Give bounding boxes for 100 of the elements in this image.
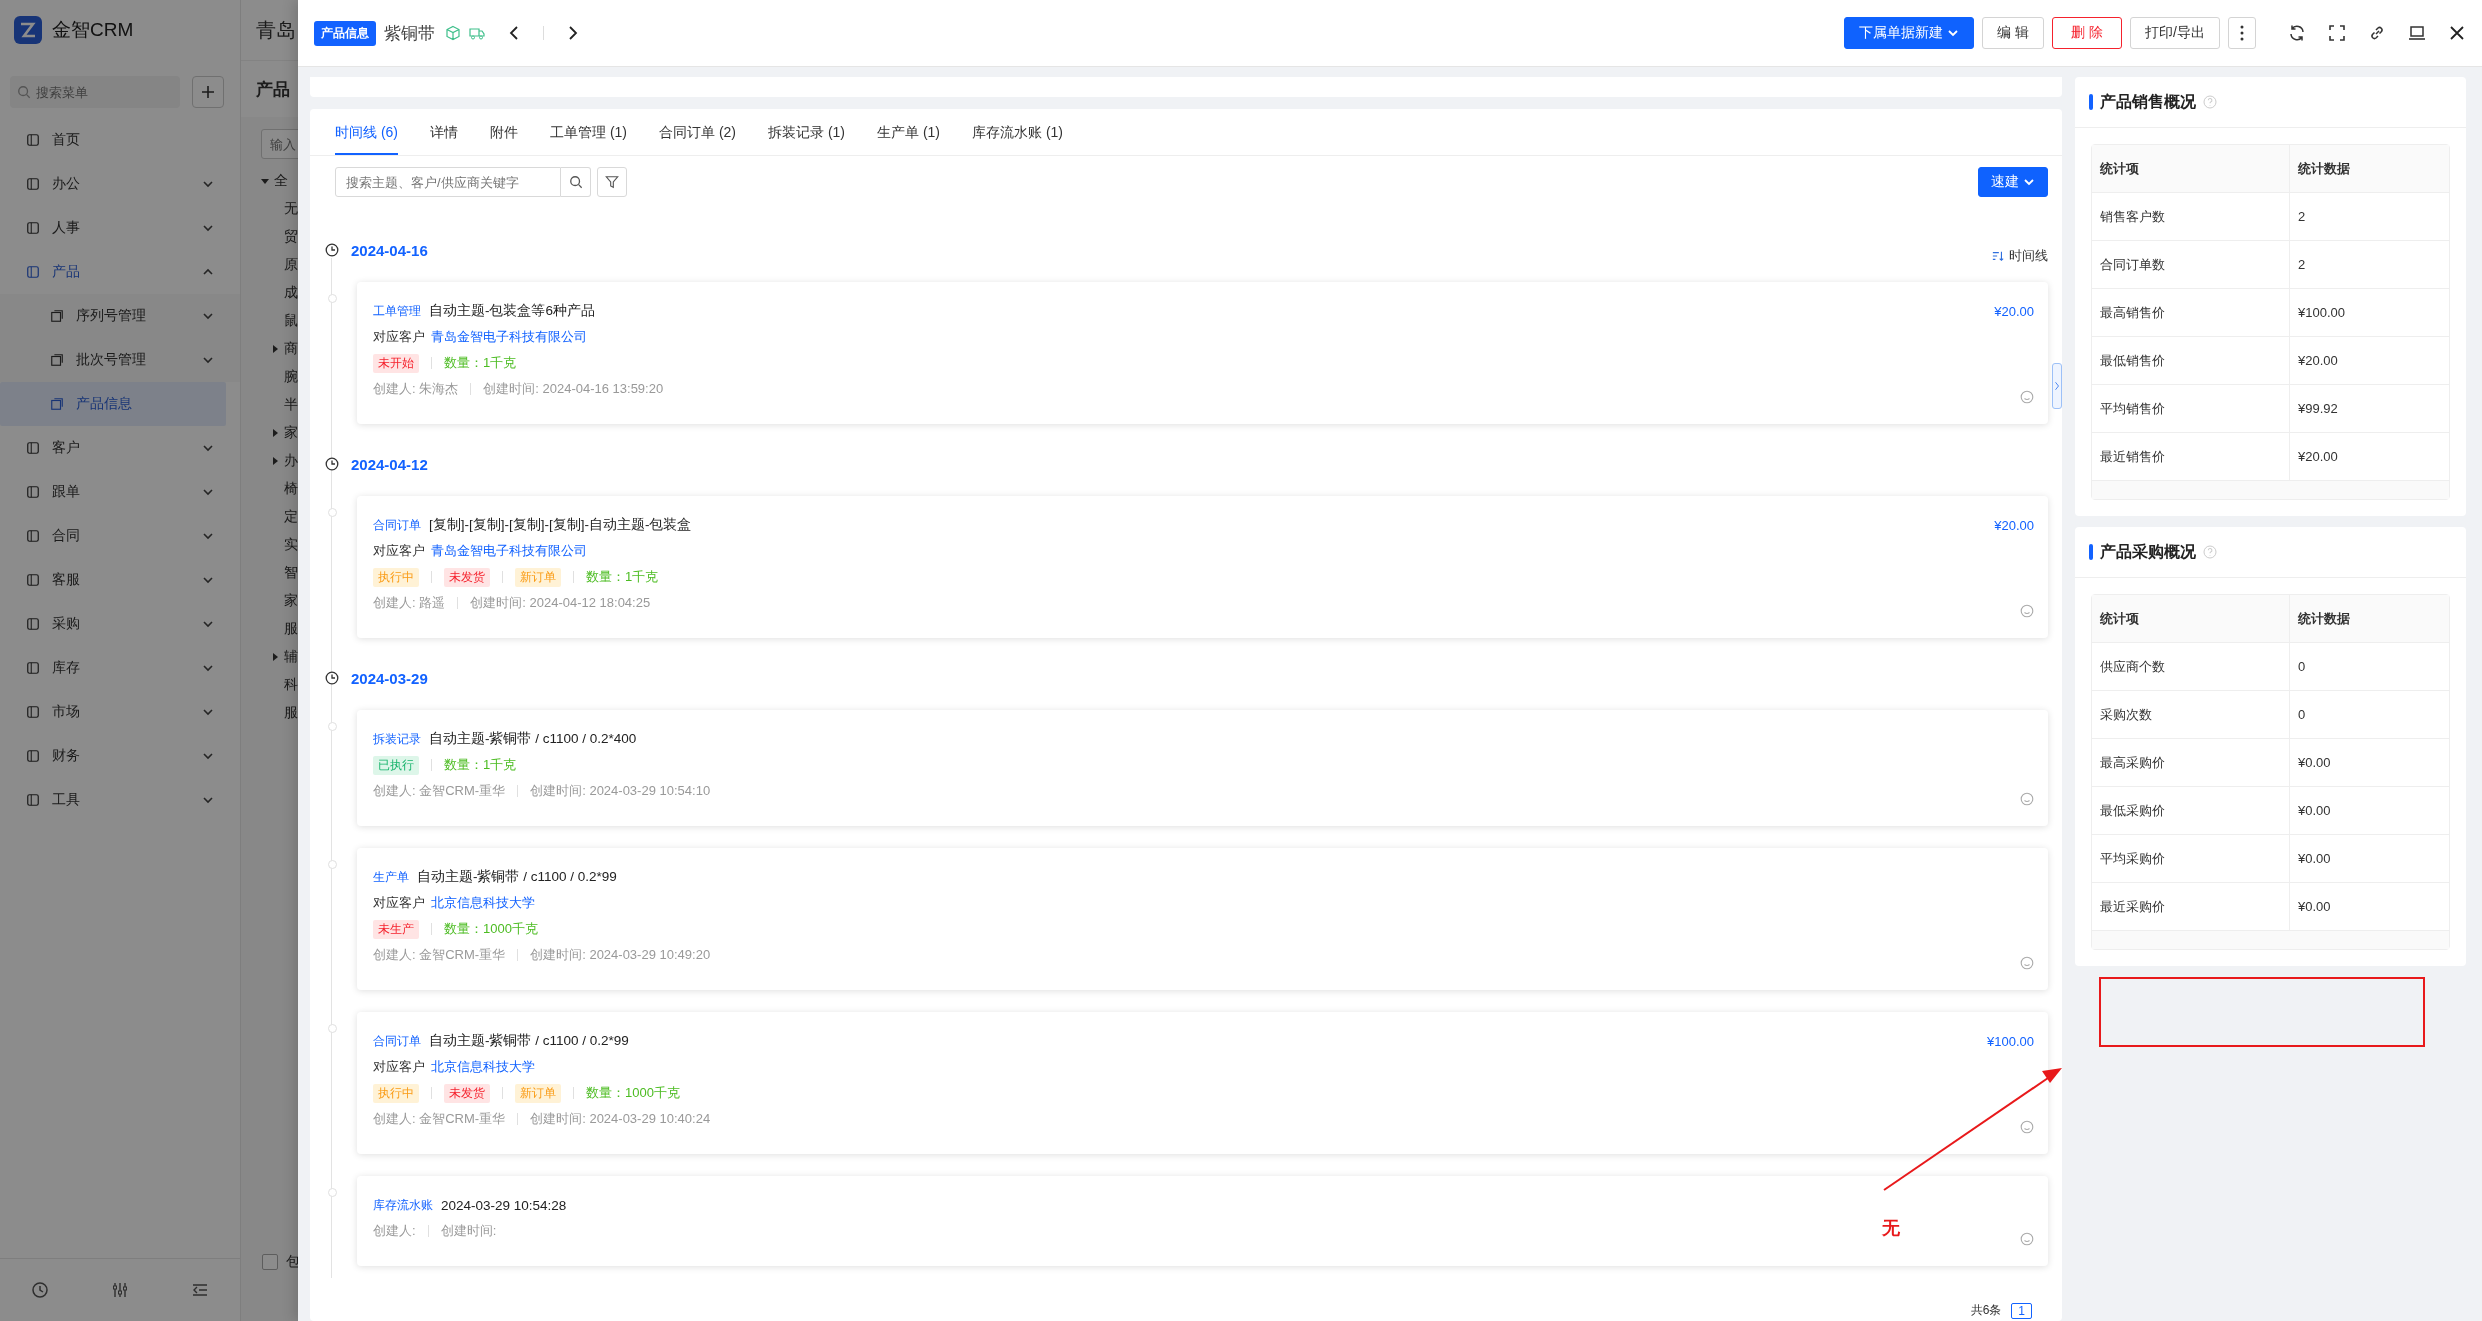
status-tag: 新订单 [515,1083,561,1103]
table-cell-text: ¥100.00 [2297,304,2346,322]
menu-item[interactable]: 工具 [0,778,240,822]
menu-item[interactable]: 客服 [0,558,240,602]
triangle-icon[interactable] [271,429,279,437]
menu-item[interactable]: 合同 [0,514,240,558]
fullscreen-icon[interactable] [2328,24,2346,42]
close-icon[interactable] [2448,24,2466,42]
quick-create-button[interactable]: 速建 [1978,167,2048,197]
sort-button[interactable]: 时间线 [1992,247,2048,265]
triangle-icon[interactable] [271,345,279,353]
smiley-icon[interactable] [2020,1120,2034,1134]
tree-item[interactable]: 辅 [284,648,298,666]
table-cell-text: 0 [2297,706,2307,724]
menu-item[interactable]: 办公 [0,162,240,206]
quantity: 数量：1000千克 [586,1084,680,1102]
submenu-item[interactable]: 序列号管理 [0,294,240,338]
smiley-icon[interactable] [2020,604,2034,618]
quantity: 数量：1千克 [586,568,659,586]
tab[interactable]: 详情 [430,109,458,155]
tree-item[interactable]: 成 [284,284,298,302]
tab[interactable]: 时间线 (6) [335,109,398,155]
refresh-icon[interactable] [2288,24,2306,42]
menu-item[interactable]: 客户 [0,426,240,470]
filter-button[interactable] [597,167,627,197]
tree-item[interactable]: 无 [284,200,298,218]
tree-item[interactable]: 服 [284,620,298,638]
triangle-icon[interactable] [261,177,269,185]
monitor-icon[interactable] [2408,24,2426,42]
tree-item[interactable]: 家 [284,592,298,610]
collapse-handle[interactable] [2052,363,2062,409]
tree-item[interactable]: 科 [284,676,298,694]
tab[interactable]: 工单管理 (1) [550,109,627,155]
tree-item[interactable]: 鼠 [284,312,298,330]
table-cell: 平均采购价 [2092,835,2290,882]
search-icon [568,175,583,189]
link-icon[interactable] [2368,24,2386,42]
status-tag: 未发货 [444,1083,490,1103]
tree-item[interactable]: 腕 [284,368,298,386]
tree-item[interactable]: 贸 [284,228,298,246]
tree-item[interactable]: 全 [274,172,288,190]
tree-item[interactable]: 服 [284,704,298,722]
smiley-icon[interactable] [2020,956,2034,970]
tree-item[interactable]: 商 [284,340,298,358]
submenu-item[interactable]: 产品信息 [0,382,226,426]
checkbox[interactable] [262,1254,278,1270]
status-tag: 新订单 [515,567,561,587]
search-field[interactable]: 搜索主题、客户/供应商关键字 [335,167,561,197]
triangle-icon[interactable] [271,653,279,661]
collapse-menu-icon[interactable] [191,1281,209,1299]
sliders-icon[interactable] [111,1281,129,1299]
action-button[interactable]: 删 除 [2052,17,2123,49]
tab[interactable]: 合同订单 (2) [659,109,736,155]
menu-item[interactable]: 跟单 [0,470,240,514]
tab[interactable]: 附件 [490,109,518,155]
tree-item[interactable]: 办 [284,452,298,470]
history-icon[interactable] [31,1281,49,1299]
customer-link[interactable]: 北京信息科技大学 [431,894,535,912]
action-button[interactable]: 下属单据新建 [1844,17,1975,49]
tree-item[interactable]: 原 [284,256,298,274]
action-button[interactable]: 打印/导出 [2130,17,2220,49]
tree-item[interactable]: 智 [284,564,298,582]
tab[interactable]: 拆装记录 (1) [768,109,845,155]
filter-field[interactable]: 输入 [261,129,299,159]
square-icon [26,265,40,279]
menu-item[interactable]: 财务 [0,734,240,778]
smiley-icon[interactable] [2020,792,2034,806]
smiley-icon[interactable] [2020,390,2034,404]
menu-item[interactable]: 人事 [0,206,240,250]
customer-link[interactable]: 青岛金智电子科技有限公司 [431,328,587,346]
menu-item[interactable]: 产品 [0,250,240,294]
add-button[interactable] [192,76,224,108]
column-header: 统计项 [2092,145,2290,192]
created-time: 创建时间: [440,1222,497,1240]
tree-item[interactable]: 定 [284,508,298,526]
page-breadcrumb: 青岛 [256,17,296,43]
copy-icon [50,309,64,323]
total-count: 共6条 [1970,1302,2002,1319]
submenu-item[interactable]: 批次号管理 [0,338,240,382]
search-button[interactable] [561,167,591,197]
creator: 创建人: 朱海杰 [373,380,459,398]
page-number[interactable]: 1 [2011,1302,2032,1319]
menu-item[interactable]: 首页 [0,118,240,162]
tab[interactable]: 生产单 (1) [877,109,940,155]
action-button[interactable]: 编 辑 [1982,17,2045,49]
menu-item[interactable]: 市场 [0,690,240,734]
menu-search-field[interactable]: 搜索菜单 [10,76,180,108]
tree-item[interactable]: 实 [284,536,298,554]
customer-link[interactable]: 青岛金智电子科技有限公司 [431,542,587,560]
tree-item[interactable]: 半 [284,396,298,414]
tree-item[interactable]: 椅 [284,480,298,498]
tab[interactable]: 库存流水账 (1) [972,109,1063,155]
tree-item[interactable]: 家 [284,424,298,442]
menu-item[interactable]: 采购 [0,602,240,646]
customer-link[interactable]: 北京信息科技大学 [431,1058,535,1076]
smiley-icon[interactable] [2020,1232,2034,1246]
triangle-icon[interactable] [271,457,279,465]
menu-item[interactable]: 库存 [0,646,240,690]
table-cell: 平均销售价 [2092,385,2290,432]
table-cell-text: ¥0.00 [2297,850,2332,868]
